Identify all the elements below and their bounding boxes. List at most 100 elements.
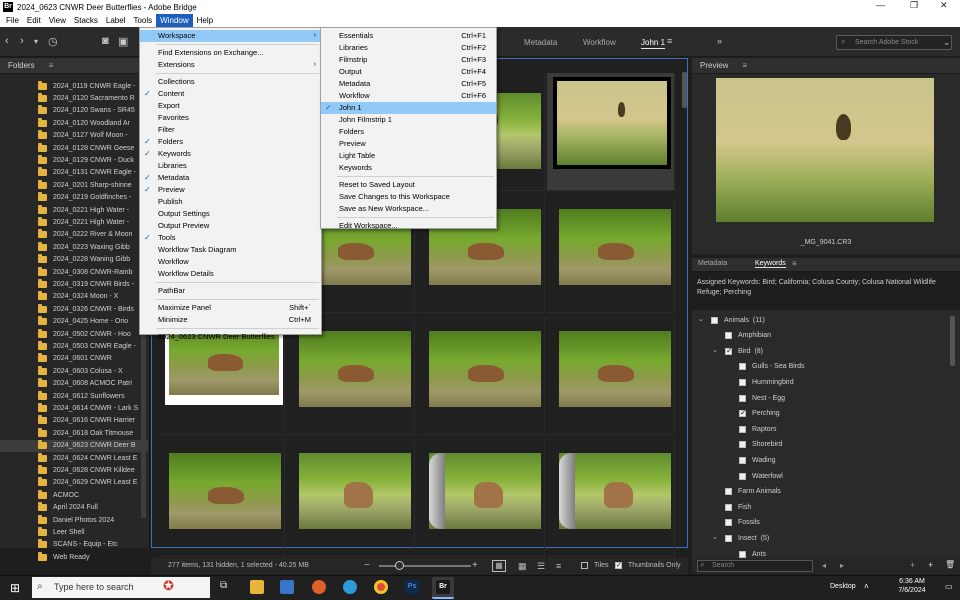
- menu-edit[interactable]: Edit: [23, 14, 45, 27]
- thumbnails-only-checkbox[interactable]: ✓: [615, 562, 622, 569]
- stock-search-input[interactable]: Search Adobe Stock: [836, 35, 952, 50]
- taskbar-search-input[interactable]: Type here to search: [32, 577, 210, 598]
- folder-item[interactable]: Daniel Photos 2024: [38, 514, 148, 526]
- folder-item[interactable]: 2024_0222 River & Moon: [38, 229, 148, 241]
- menu-item[interactable]: ✓ Content: [140, 88, 321, 100]
- folder-item[interactable]: 2024_0120 Swans - SR45: [38, 105, 148, 117]
- folder-item[interactable]: 2024_0503 CNWR Eagle -: [38, 340, 148, 352]
- keyword-item[interactable]: Waterfowl: [739, 470, 783, 482]
- menu-item[interactable]: Collections: [140, 76, 321, 88]
- menu-item[interactable]: Output Ctrl+F4: [321, 66, 496, 78]
- preview-panel-menu-icon[interactable]: ≡: [742, 61, 747, 70]
- folder-item[interactable]: 2024_0425 Home - Orio: [38, 316, 148, 328]
- menu-item[interactable]: Light Table: [321, 150, 496, 162]
- keyword-checkbox[interactable]: [725, 519, 732, 527]
- menu-view[interactable]: View: [45, 14, 70, 27]
- menu-item[interactable]: ✓ Folders: [140, 136, 321, 148]
- windows-start-icon[interactable]: ⊞: [10, 581, 20, 595]
- keyword-item[interactable]: Bird(8): [725, 345, 763, 357]
- folder-item[interactable]: 2024_0219 Goldfinches -: [38, 192, 148, 204]
- keyword-checkbox[interactable]: [739, 472, 746, 480]
- thumbnail-cell[interactable]: [547, 317, 675, 435]
- folder-item[interactable]: 2024_0120 Woodland Ar: [38, 117, 148, 129]
- collapse-chevron-icon[interactable]: ⌄: [712, 346, 718, 354]
- thumbnail-cell[interactable]: [417, 317, 545, 435]
- menu-item[interactable]: Workflow Details: [140, 268, 321, 280]
- minimize-window-icon[interactable]: —: [876, 0, 885, 10]
- tab-metadata[interactable]: Metadata: [698, 260, 727, 267]
- menu-item[interactable]: Find Extensions on Exchange...: [140, 47, 321, 59]
- menu-item[interactable]: Save as New Workspace...: [321, 203, 496, 215]
- file-explorer-icon[interactable]: [250, 580, 264, 594]
- keywords-scrollbar[interactable]: [950, 316, 955, 366]
- menu-item[interactable]: Metadata Ctrl+F5: [321, 78, 496, 90]
- stock-search-dropdown-icon[interactable]: ⌄: [943, 37, 951, 48]
- menu-item[interactable]: ✓ Keywords: [140, 148, 321, 160]
- folder-item[interactable]: 2024_0616 CNWR Harrier: [38, 415, 148, 427]
- menu-item[interactable]: Workflow Task Diagram: [140, 244, 321, 256]
- folder-item[interactable]: 2024_0326 CNWR - Birds: [38, 303, 148, 315]
- new-sub-keyword-icon[interactable]: +: [910, 560, 915, 570]
- menu-stacks[interactable]: Stacks: [70, 14, 102, 27]
- duckduckgo-icon[interactable]: [312, 580, 326, 594]
- keyword-item[interactable]: Amphibian: [725, 330, 771, 342]
- back-arrow-icon[interactable]: ‹: [5, 35, 9, 47]
- chrome-browser-icon[interactable]: [374, 580, 388, 594]
- thumbnail-cell[interactable]: [287, 439, 415, 557]
- keyword-checkbox[interactable]: [739, 408, 747, 418]
- keyword-item[interactable]: Gulls - Sea Birds: [739, 361, 805, 373]
- folder-item[interactable]: 2024_0201 Sharp-shinne: [38, 179, 148, 191]
- delete-keyword-icon[interactable]: 🗑: [945, 560, 955, 569]
- zoom-out-icon[interactable]: −: [364, 558, 370, 574]
- folder-item[interactable]: ›SCANS - Equip - Etc: [38, 539, 148, 551]
- keyword-checkbox[interactable]: [739, 550, 746, 558]
- thumbnail-cell[interactable]: [547, 73, 675, 191]
- folder-item[interactable]: 2024_0120 Sacramento R: [38, 92, 148, 104]
- history-dropdown-icon[interactable]: ▾: [34, 37, 38, 46]
- keyword-checkbox[interactable]: [711, 316, 718, 324]
- keyword-item[interactable]: Insect (5): [725, 532, 769, 544]
- keyword-checkbox[interactable]: [725, 346, 733, 355]
- notifications-icon[interactable]: ▭: [945, 582, 953, 591]
- menu-item[interactable]: 2024_0623 CNWR Deer Butterflies: [140, 331, 321, 343]
- menu-item[interactable]: Export: [140, 100, 321, 112]
- restore-window-icon[interactable]: ❐: [910, 0, 918, 11]
- camera-get-photos-icon[interactable]: ◙: [102, 35, 109, 47]
- thumbnail-size-slider[interactable]: [379, 565, 471, 567]
- folder-item[interactable]: 2024_0128 CNWR Geese: [38, 142, 148, 154]
- menu-item[interactable]: Reset to Saved Layout: [321, 179, 496, 191]
- calendar-app-icon[interactable]: [280, 580, 294, 594]
- menu-item[interactable]: Output Preview: [140, 220, 321, 232]
- folder-item[interactable]: 2024_0618 Oak Titmouse: [38, 427, 148, 439]
- menu-item[interactable]: Output Settings: [140, 208, 321, 220]
- thumbnail-cell[interactable]: [547, 195, 675, 313]
- menu-item[interactable]: Filmstrip Ctrl+F3: [321, 54, 496, 66]
- workspace-tab-john-1[interactable]: John 1: [641, 38, 666, 49]
- thumbnail-cell[interactable]: [417, 439, 545, 557]
- show-hidden-icons-icon[interactable]: ˄: [864, 582, 869, 591]
- menu-item[interactable]: Essentials Ctrl+F1: [321, 30, 496, 42]
- menu-item[interactable]: Folders: [321, 126, 496, 138]
- menu-item[interactable]: Libraries Ctrl+F2: [321, 42, 496, 54]
- keyword-item[interactable]: Fish: [725, 501, 751, 513]
- details-view-icon[interactable]: ☰: [537, 558, 545, 574]
- keyword-checkbox[interactable]: [739, 425, 746, 433]
- new-keyword-icon[interactable]: +: [928, 560, 933, 570]
- keyword-item[interactable]: Shorebird: [739, 439, 782, 451]
- menu-item[interactable]: John Filmstrip 1: [321, 114, 496, 126]
- folder-item[interactable]: 2024_0614 CNWR - Lark S: [38, 402, 148, 414]
- menu-item[interactable]: ✓ John 1: [321, 102, 496, 114]
- thumbnail-cell[interactable]: [157, 439, 285, 557]
- tab-keywords[interactable]: Keywords: [755, 260, 786, 268]
- folder-item[interactable]: 2024_0628 CNWR Killdee: [38, 464, 148, 476]
- menu-item[interactable]: Keywords: [321, 162, 496, 174]
- folder-item[interactable]: Leer Shell: [38, 526, 148, 538]
- folder-item[interactable]: 2024_0612 Sunflowers: [38, 390, 148, 402]
- folder-item[interactable]: ›2024_0608 ACMOC Patri: [38, 378, 148, 390]
- folder-item[interactable]: 2024_0623 CNWR Deer B: [0, 439, 148, 452]
- previous-result-icon[interactable]: ◂: [822, 561, 826, 570]
- keyword-checkbox[interactable]: [725, 332, 732, 340]
- bridge-taskbar-icon[interactable]: Br: [436, 580, 450, 594]
- refine-icon[interactable]: ▣: [118, 35, 128, 48]
- folder-item[interactable]: 2024_0119 CNWR Eagle -: [38, 80, 148, 92]
